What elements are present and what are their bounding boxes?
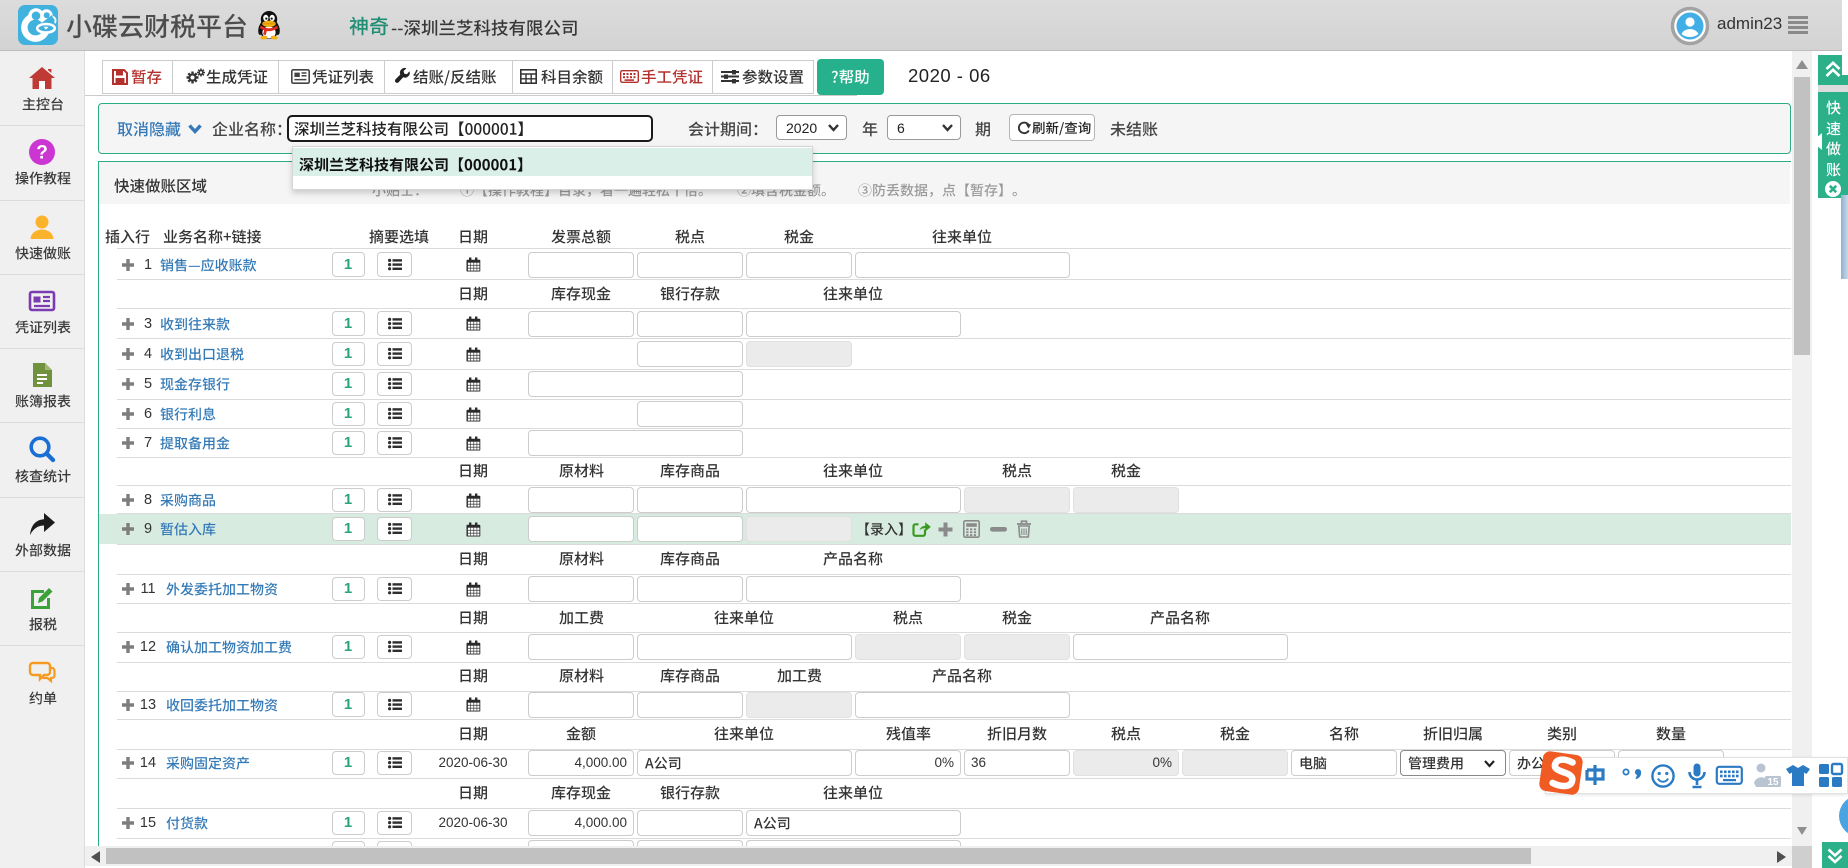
svg-text:?: ? [36,143,48,164]
svg-text:15: 15 [1767,777,1779,788]
